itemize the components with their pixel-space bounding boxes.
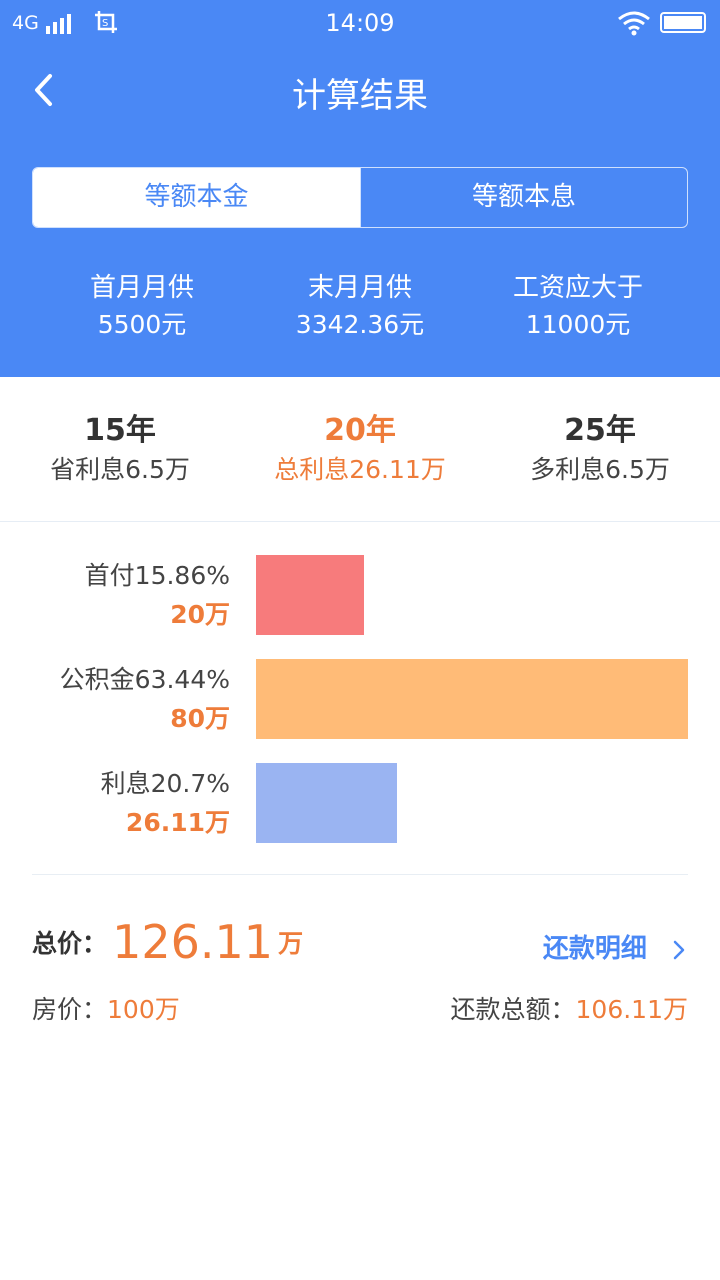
breakdown-name: 首付15.86% <box>84 561 230 590</box>
provident-fund-label: 公积金63.44% 80万 <box>60 661 230 739</box>
breakdown-name: 公积金63.44% <box>59 665 230 694</box>
term-years: 25年 <box>564 413 636 448</box>
total-value: 126.11 <box>112 915 274 969</box>
term-option-15[interactable]: 15年 省利息6.5万 <box>0 410 240 488</box>
repayment-total: 还款总额：106.11万 <box>451 990 689 1026</box>
payment-summary: 首月月供 5500元 末月月供 3342.36元 工资应大于 11000元 <box>0 270 720 350</box>
summary-value: 3342.36元 <box>295 310 425 339</box>
summary-label: 工资应大于 <box>512 273 643 303</box>
divider <box>0 521 720 522</box>
term-interest: 多利息6.5万 <box>530 455 670 484</box>
status-bar: 4G S 14:09 <box>0 0 720 48</box>
total-label: 总价： <box>32 929 108 958</box>
term-years: 20年 <box>324 413 396 448</box>
term-years: 15年 <box>84 413 156 448</box>
breakdown-name: 利息20.7% <box>100 769 230 798</box>
detail-link-label: 还款明细 <box>542 934 647 964</box>
breakdown-amount: 26.11万 <box>125 808 230 837</box>
house-price: 房价：100万 <box>32 990 180 1026</box>
breakdown-amount: 20万 <box>170 600 230 629</box>
tab-equal-principal[interactable]: 等额本金 <box>33 168 360 227</box>
divider <box>32 874 688 875</box>
provident-fund-bar <box>256 659 688 739</box>
term-option-20[interactable]: 20年 总利息26.11万 <box>240 410 480 488</box>
summary-label: 末月月供 <box>307 273 412 303</box>
repayment-method-tabs: 等额本金 等额本息 <box>32 167 688 228</box>
house-price-value: 100万 <box>107 995 180 1024</box>
term-interest: 总利息26.11万 <box>274 455 446 484</box>
total-price: 总价： 126.11 万 <box>32 915 303 975</box>
min-salary: 工资应大于 11000元 <box>458 270 698 344</box>
repayment-total-label: 还款总额： <box>450 995 576 1024</box>
last-month-payment: 末月月供 3342.36元 <box>240 270 480 344</box>
page-title: 计算结果 <box>292 76 428 116</box>
repayment-total-value: 106.11万 <box>575 995 688 1024</box>
first-month-payment: 首月月供 5500元 <box>22 270 262 344</box>
wifi-icon <box>618 11 650 36</box>
breakdown-amount: 80万 <box>170 704 230 733</box>
term-interest: 省利息6.5万 <box>50 455 190 484</box>
interest-bar <box>256 763 397 843</box>
status-time: 14:09 <box>325 9 395 37</box>
down-payment-label: 首付15.86% 20万 <box>85 557 230 635</box>
total-unit: 万 <box>278 929 304 958</box>
summary-label: 首月月供 <box>89 273 194 303</box>
term-option-25[interactable]: 25年 多利息6.5万 <box>480 410 720 488</box>
tab-equal-installment[interactable]: 等额本息 <box>360 168 687 227</box>
down-payment-bar <box>256 555 364 635</box>
loan-term-selector: 15年 省利息6.5万 20年 总利息26.11万 25年 多利息6.5万 <box>0 410 720 500</box>
repayment-detail-link[interactable]: 还款明细 <box>543 928 690 965</box>
interest-label: 利息20.7% 26.11万 <box>101 765 230 843</box>
chevron-right-icon <box>673 940 685 959</box>
header-banner: 4G S 14:09 计算结果 等额本金 等额本息 首月月供 5500元 末月月… <box>0 0 720 377</box>
summary-value: 11000元 <box>525 310 631 339</box>
summary-value: 5500元 <box>97 310 187 339</box>
house-price-label: 房价： <box>32 995 108 1024</box>
battery-icon <box>660 12 706 33</box>
